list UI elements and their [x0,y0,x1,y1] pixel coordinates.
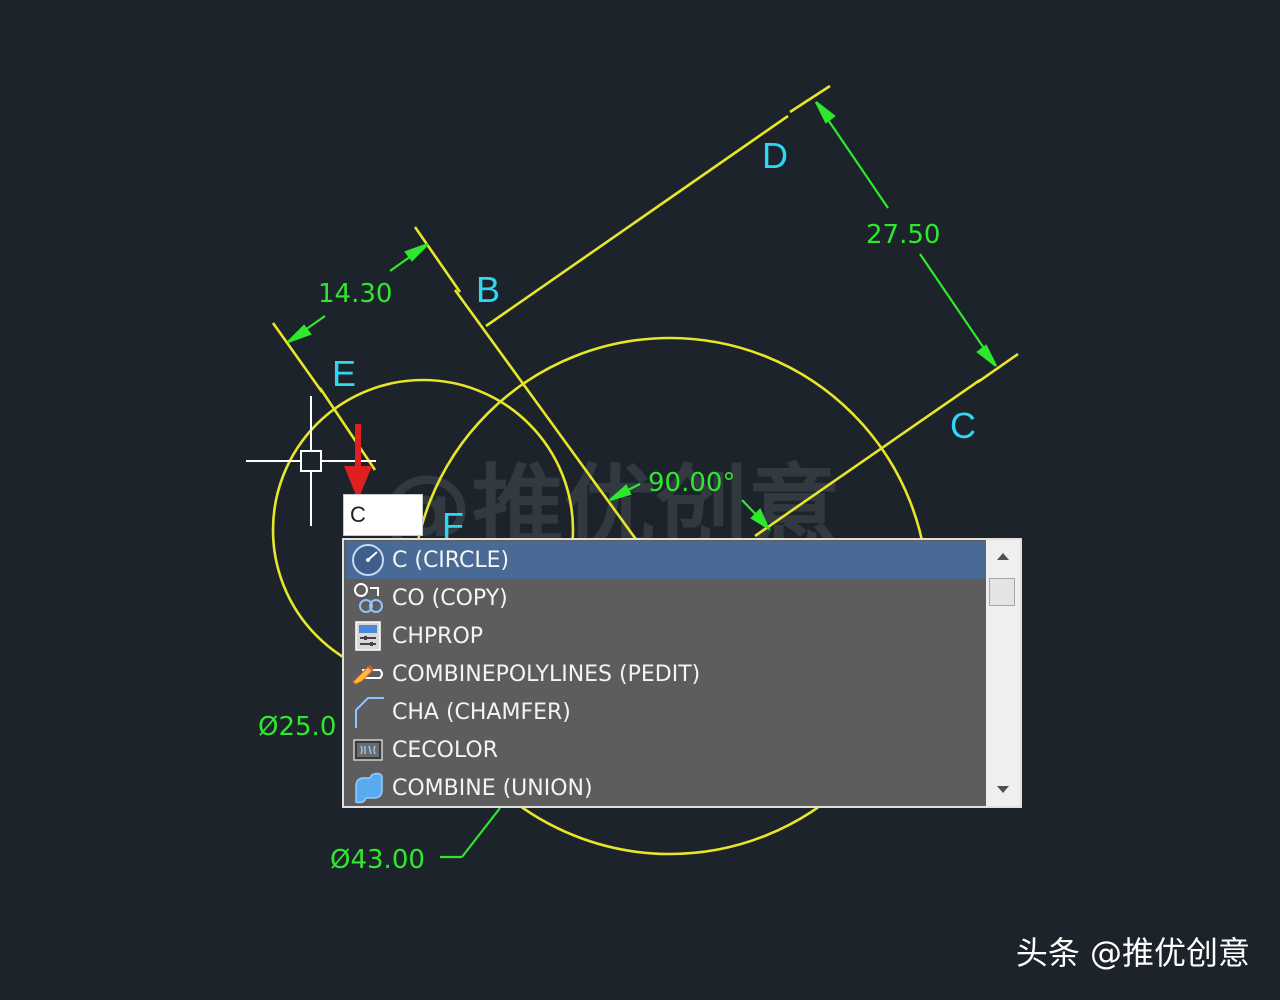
label-e: E [332,353,356,394]
circle-icon [352,544,384,576]
scroll-thumb[interactable] [989,578,1015,606]
scroll-up-arrow-icon[interactable] [986,544,1020,570]
suggestion-label: CHPROP [392,623,484,649]
label-d: D [762,135,788,176]
dim-14-arrow-right [404,242,429,262]
command-input-value: C [350,502,366,527]
dim-14-arrow-left [287,324,312,344]
union-icon [355,772,383,804]
suggestion-label: CO (COPY) [392,585,508,611]
command-suggestion-list[interactable]: C (CIRCLE) CO (COPY) CHPROP COMBINEPOLYL… [342,538,1022,808]
suggestion-scrollbar[interactable] [986,540,1020,806]
label-c: C [950,405,976,446]
scroll-down-arrow-icon[interactable] [986,776,1020,802]
suggestion-circle[interactable]: C (CIRCLE) [346,541,986,579]
suggestion-copy[interactable]: CO (COPY) [346,579,986,617]
ext-b [413,226,462,293]
suggestion-chamfer[interactable]: CHA (CHAMFER) [346,693,986,731]
dimension-14-30: 14.30 [318,279,392,309]
dia-43-leader [461,807,501,858]
copy-icon [354,583,383,613]
suggestion-label: COMBINEPOLYLINES (PEDIT) [392,661,701,687]
suggestion-chprop[interactable]: CHPROP [346,617,986,655]
dim-27-arrow-bottom [976,344,997,367]
line-b-d [485,114,789,328]
command-input[interactable]: C [343,494,423,536]
suggestion-label: CECOLOR [392,737,499,763]
suggestion-items: C (CIRCLE) CO (COPY) CHPROP COMBINEPOLYL… [344,540,986,806]
dim-27-arrow-top [815,101,836,124]
suggestion-label: COMBINE (UNION) [392,775,593,801]
suggestion-label: C (CIRCLE) [392,547,510,573]
drawing-canvas[interactable]: @推优创意 D B E C F 14.30 27.50 90.00° Ø25.0… [0,0,1280,1000]
properties-icon [355,621,381,651]
suggestion-cecolor[interactable]: CECOLOR [346,731,986,769]
label-b: B [476,269,500,310]
chamfer-icon [355,697,384,728]
color-icon [353,739,383,761]
dimension-27-50: 27.50 [866,220,940,250]
suggestion-label: CHA (CHAMFER) [392,699,571,725]
suggestion-combine-union[interactable]: COMBINE (UNION) [346,769,986,807]
source-credit: 头条 @推优创意 [1015,934,1250,972]
pedit-icon [352,665,383,685]
dimension-diameter-25: Ø25.0 [258,712,336,742]
dimension-diameter-43: Ø43.00 [330,845,425,875]
suggestion-combinepolylines[interactable]: COMBINEPOLYLINES (PEDIT) [346,655,986,693]
ext-c [977,352,1019,384]
dimension-angle: 90.00° [648,468,735,498]
